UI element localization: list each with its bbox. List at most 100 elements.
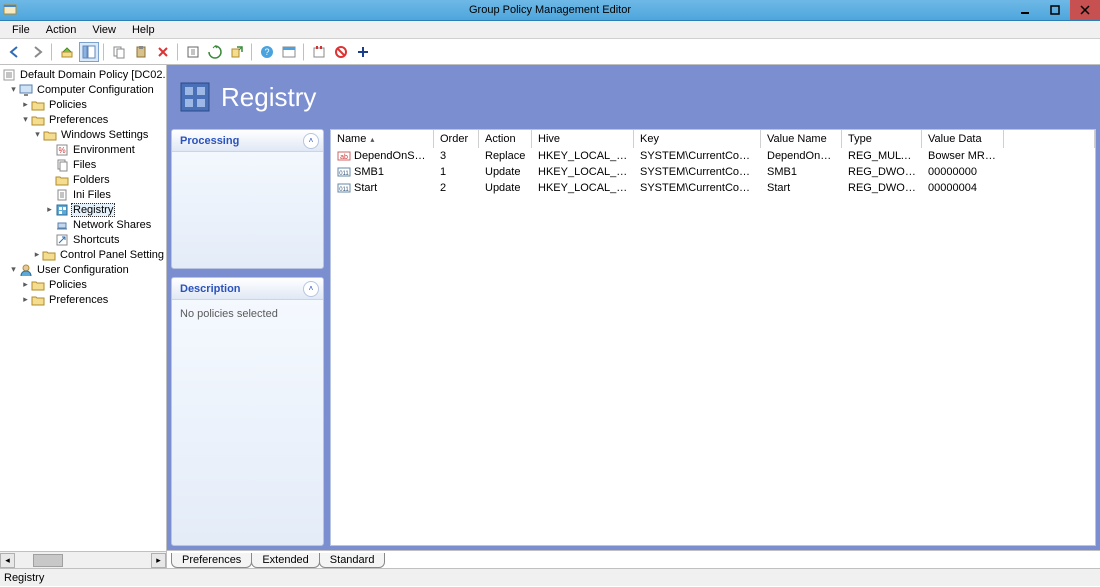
folder-icon [55, 173, 69, 187]
delete-icon[interactable] [153, 42, 173, 62]
folder-icon [31, 98, 45, 112]
main-body: Registry Processing ˄ Description ˄ [167, 65, 1100, 550]
status-bar: Registry [0, 568, 1100, 586]
user-icon [19, 263, 33, 277]
console-tree[interactable]: Default Domain Policy [DC02.C Computer C… [0, 65, 166, 551]
expand-icon[interactable] [8, 85, 19, 94]
col-order[interactable]: Order [434, 130, 479, 148]
toolbar-separator [51, 43, 53, 61]
expand-icon[interactable] [32, 250, 42, 259]
folder-icon [31, 293, 45, 307]
tree-environment[interactable]: % Environment [2, 142, 166, 157]
col-action[interactable]: Action [479, 130, 532, 148]
list-row[interactable]: 011SMB1 1 Update HKEY_LOCAL_MAC... SYSTE… [331, 164, 1095, 180]
up-icon[interactable] [57, 42, 77, 62]
menu-view[interactable]: View [84, 22, 124, 38]
prohibit-icon[interactable] [331, 42, 351, 62]
scroll-thumb[interactable] [33, 554, 63, 567]
tree-computer-config[interactable]: Computer Configuration [2, 82, 166, 97]
expand-icon[interactable] [8, 265, 19, 274]
tree-root[interactable]: Default Domain Policy [DC02.C [2, 67, 166, 82]
collapse-icon[interactable]: ˄ [303, 281, 319, 297]
tree-control-panel[interactable]: Control Panel Setting [2, 247, 166, 262]
menu-file[interactable]: File [4, 22, 38, 38]
view-tabs: Preferences Extended Standard [167, 550, 1100, 568]
toolbar-separator [251, 43, 253, 61]
col-key[interactable]: Key [634, 130, 761, 148]
folder-open-icon [43, 128, 57, 142]
menu-action[interactable]: Action [38, 22, 85, 38]
expand-icon[interactable] [20, 115, 31, 124]
settings-icon[interactable] [279, 42, 299, 62]
tree-windows-settings[interactable]: Windows Settings [2, 127, 166, 142]
nav-back-icon[interactable] [5, 42, 25, 62]
new-item-icon[interactable] [309, 42, 329, 62]
tree-policies[interactable]: Policies [2, 97, 166, 112]
svg-text:ab: ab [340, 154, 348, 161]
expand-icon[interactable] [44, 205, 55, 214]
col-valuename[interactable]: Value Name [761, 130, 842, 148]
registry-large-icon [179, 81, 211, 113]
col-type[interactable]: Type [842, 130, 922, 148]
paste-icon[interactable] [131, 42, 151, 62]
maximize-button[interactable] [1040, 0, 1070, 20]
description-body: No policies selected [172, 300, 323, 328]
tree-user-policies[interactable]: Policies [2, 277, 166, 292]
tree-user-prefs[interactable]: Preferences [2, 292, 166, 307]
collapse-icon[interactable]: ˄ [303, 133, 319, 149]
add-icon[interactable] [353, 42, 373, 62]
col-name[interactable]: Name▴ [331, 130, 434, 148]
computer-icon [19, 83, 33, 97]
copy-icon[interactable] [109, 42, 129, 62]
tab-preferences[interactable]: Preferences [171, 553, 252, 568]
environment-icon: % [55, 143, 69, 157]
menu-help[interactable]: Help [124, 22, 163, 38]
scroll-right-icon[interactable]: ▸ [151, 553, 166, 568]
minimize-button[interactable] [1010, 0, 1040, 20]
description-title: Description [180, 283, 303, 295]
expand-icon[interactable] [32, 130, 43, 139]
tree-user-config[interactable]: User Configuration [2, 262, 166, 277]
expand-icon[interactable] [20, 295, 31, 304]
registry-string-icon: ab [337, 149, 351, 163]
folder-open-icon [31, 113, 45, 127]
registry-list[interactable]: Name▴ Order Action Hive Key Value Name T… [330, 129, 1096, 546]
expand-icon[interactable] [20, 280, 31, 289]
scroll-left-icon[interactable]: ◂ [0, 553, 15, 568]
scroll-track[interactable] [15, 553, 151, 568]
nav-fwd-icon[interactable] [27, 42, 47, 62]
window-controls [1010, 0, 1100, 20]
col-valuedata[interactable]: Value Data [922, 130, 1004, 148]
tree-netshares[interactable]: Network Shares [2, 217, 166, 232]
col-hive[interactable]: Hive [532, 130, 634, 148]
list-row[interactable]: abDependOnService 3 Replace HKEY_LOCAL_M… [331, 148, 1095, 164]
tree-shortcuts[interactable]: Shortcuts [2, 232, 166, 247]
close-button[interactable] [1070, 0, 1100, 20]
tab-extended[interactable]: Extended [251, 553, 319, 568]
tree-files[interactable]: Files [2, 157, 166, 172]
toolbar-separator [103, 43, 105, 61]
tree-folders[interactable]: Folders [2, 172, 166, 187]
help-icon[interactable]: ? [257, 42, 277, 62]
svg-text:%: % [58, 146, 65, 155]
stop-icon[interactable] [227, 42, 247, 62]
tree-inifiles[interactable]: Ini Files [2, 187, 166, 202]
list-row[interactable]: 011Start 2 Update HKEY_LOCAL_MAC... SYST… [331, 180, 1095, 196]
registry-icon [55, 203, 69, 217]
export-icon[interactable] [205, 42, 225, 62]
registry-title: Registry [221, 82, 316, 113]
tree-scrollbar[interactable]: ◂ ▸ [0, 551, 166, 568]
toolbar-separator [303, 43, 305, 61]
ini-icon [55, 188, 69, 202]
tab-standard[interactable]: Standard [319, 553, 386, 568]
window-titlebar: Group Policy Management Editor [0, 0, 1100, 21]
tree-registry[interactable]: Registry [2, 202, 166, 217]
registry-dword-icon: 011 [337, 165, 351, 179]
svg-text:011: 011 [339, 171, 349, 177]
description-card: Description ˄ No policies selected [171, 277, 324, 546]
refresh-icon[interactable] [183, 42, 203, 62]
expand-icon[interactable] [20, 100, 31, 109]
app-icon [3, 3, 17, 17]
show-hide-tree-icon[interactable] [79, 42, 99, 62]
tree-preferences[interactable]: Preferences [2, 112, 166, 127]
